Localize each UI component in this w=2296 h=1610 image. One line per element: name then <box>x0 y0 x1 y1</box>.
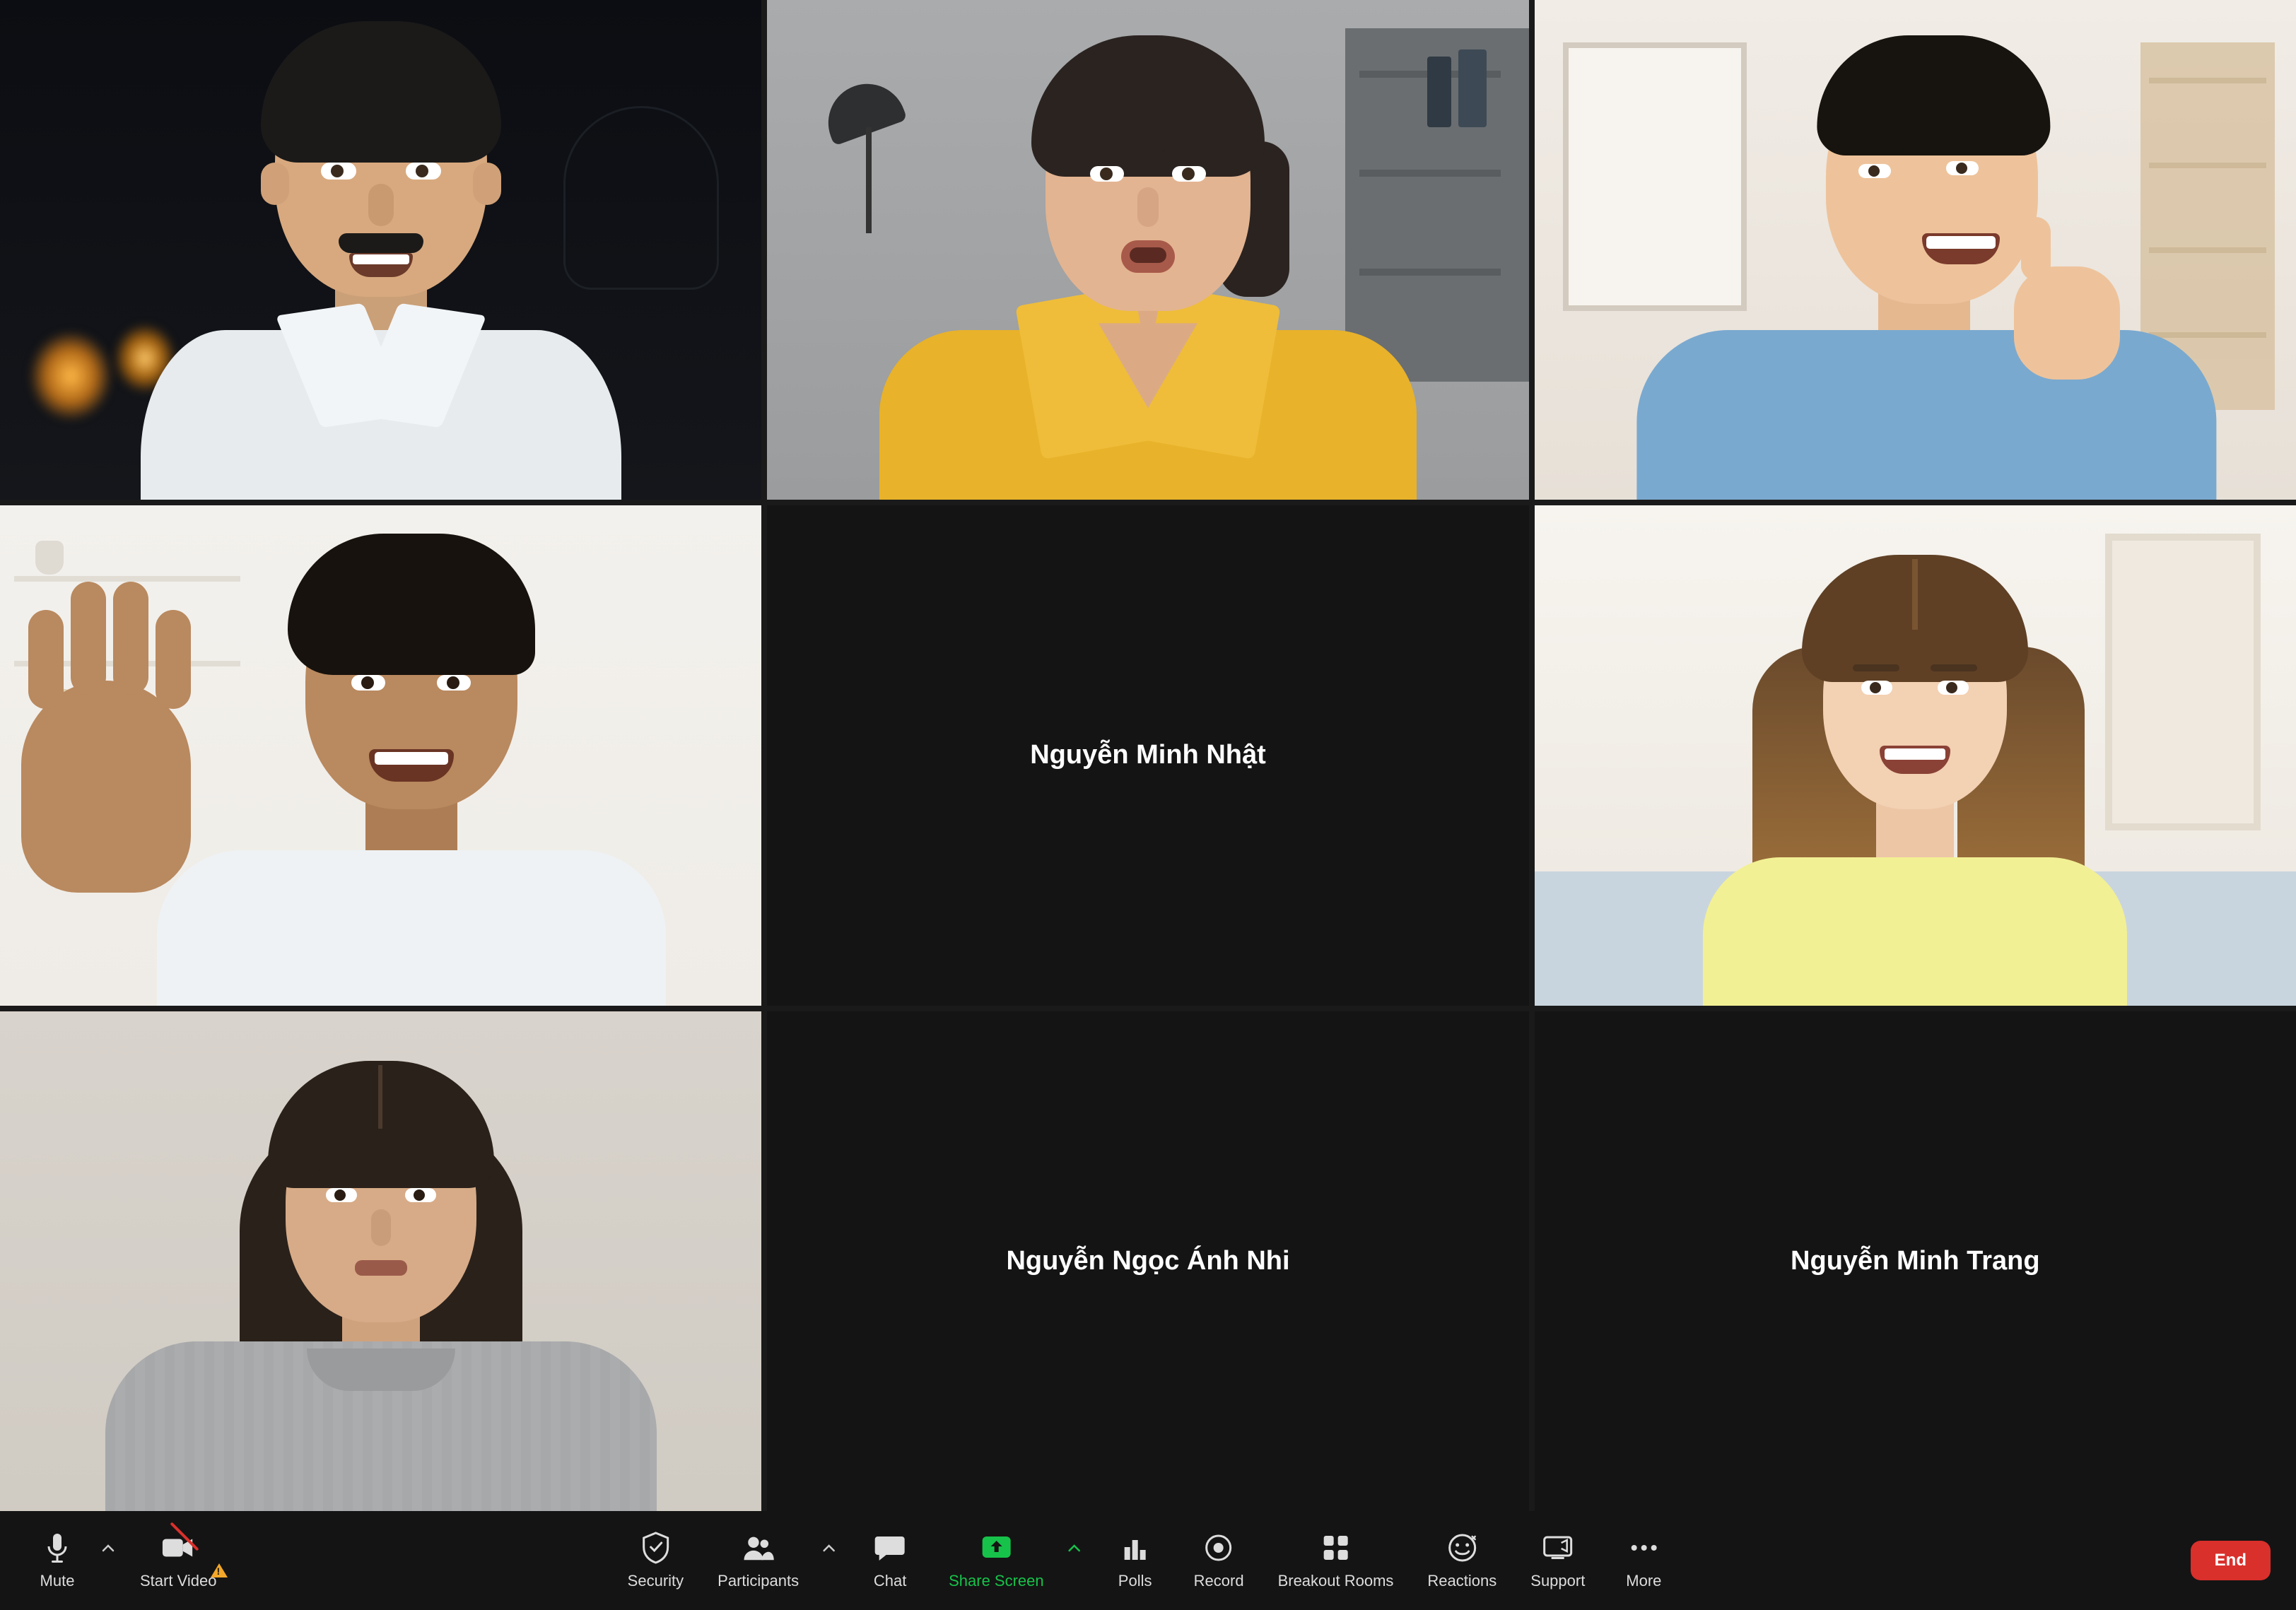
record-icon <box>1202 1531 1236 1565</box>
participant-tile-1[interactable] <box>0 0 761 500</box>
participants-button[interactable]: Participants <box>710 1525 806 1596</box>
more-icon <box>1627 1531 1660 1565</box>
participant-name-label: Nguyễn Minh Nhật <box>1030 740 1266 770</box>
microphone-icon <box>40 1531 74 1565</box>
mute-button[interactable]: Mute <box>25 1525 89 1596</box>
participants-label: Participants <box>718 1572 799 1590</box>
more-button[interactable]: More <box>1612 1525 1675 1596</box>
record-label: Record <box>1194 1572 1244 1590</box>
participant-tile-2[interactable] <box>767 0 1528 500</box>
polls-button[interactable]: Polls <box>1103 1525 1167 1596</box>
support-icon <box>1541 1531 1575 1565</box>
polls-label: Polls <box>1118 1572 1152 1590</box>
record-button[interactable]: Record <box>1187 1525 1251 1596</box>
chat-button[interactable]: Chat <box>858 1525 922 1596</box>
chat-icon <box>873 1531 907 1565</box>
video-camera-icon <box>161 1531 195 1565</box>
participant-tile-4[interactable] <box>0 505 761 1005</box>
mute-label: Mute <box>40 1572 75 1590</box>
start-video-button[interactable]: Start Video <box>133 1525 223 1596</box>
shield-icon <box>638 1531 672 1565</box>
participant-tile-8[interactable]: Nguyễn Ngọc Ánh Nhi <box>767 1011 1528 1511</box>
breakout-rooms-button[interactable]: Breakout Rooms <box>1271 1525 1401 1596</box>
end-meeting-button[interactable]: End <box>2191 1541 2271 1580</box>
participant-tile-6[interactable] <box>1535 505 2296 1005</box>
video-grid: Nguyễn Minh Nhật Nguyễn Ngọc Ánh Nhi Ngu… <box>0 0 2296 1511</box>
more-label: More <box>1626 1572 1661 1590</box>
chat-label: Chat <box>874 1572 906 1590</box>
share-screen-button[interactable]: Share Screen <box>942 1525 1051 1596</box>
security-button[interactable]: Security <box>621 1525 691 1596</box>
meeting-toolbar: Mute Start Video Security Participants <box>0 1511 2296 1610</box>
participant-tile-5[interactable]: Nguyễn Minh Nhật <box>767 505 1528 1005</box>
polls-icon <box>1118 1531 1152 1565</box>
share-screen-icon <box>979 1531 1013 1565</box>
share-options-caret[interactable] <box>1065 1539 1084 1558</box>
start-video-label: Start Video <box>140 1572 216 1590</box>
support-button[interactable]: Support <box>1523 1525 1592 1596</box>
participant-tile-3[interactable] <box>1535 0 2296 500</box>
security-label: Security <box>628 1572 684 1590</box>
reactions-button[interactable]: Reactions <box>1420 1525 1504 1596</box>
participant-tile-9[interactable]: Nguyễn Minh Trang <box>1535 1011 2296 1511</box>
participants-options-caret[interactable] <box>820 1539 838 1558</box>
participant-name-label: Nguyễn Minh Trang <box>1791 1246 2040 1276</box>
warning-icon <box>211 1563 228 1577</box>
participants-icon <box>742 1531 775 1565</box>
reactions-label: Reactions <box>1427 1572 1496 1590</box>
participant-name-label: Nguyễn Ngọc Ánh Nhi <box>1006 1246 1289 1276</box>
reactions-icon <box>1445 1531 1479 1565</box>
end-label: End <box>2215 1551 2247 1570</box>
breakout-rooms-icon <box>1318 1531 1352 1565</box>
breakout-rooms-label: Breakout Rooms <box>1278 1572 1394 1590</box>
share-screen-label: Share Screen <box>949 1572 1044 1590</box>
support-label: Support <box>1530 1572 1585 1590</box>
mute-options-caret[interactable] <box>99 1539 117 1558</box>
participant-tile-7[interactable] <box>0 1011 761 1511</box>
